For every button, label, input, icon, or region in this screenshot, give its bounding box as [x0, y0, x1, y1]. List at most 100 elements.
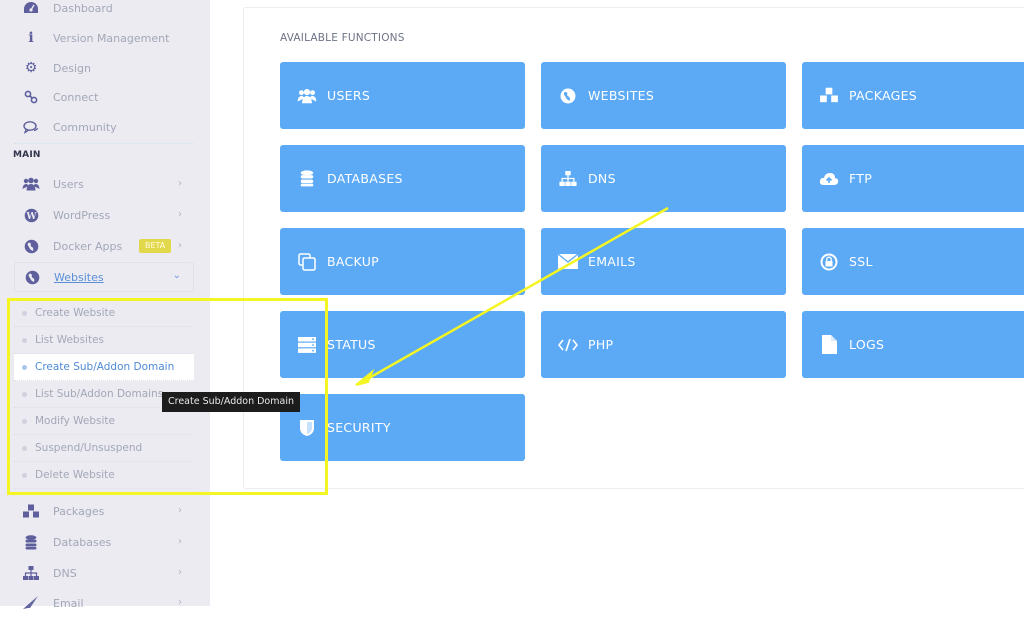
bullet-icon — [22, 445, 27, 451]
chevron-right-icon: › — [178, 240, 182, 251]
submenu-item-label: List Websites — [35, 334, 105, 346]
sidebar: Dashboard i Version Management ⚙ Design … — [0, 0, 210, 610]
sidebar-item-docker-apps[interactable]: Docker Apps BETA › — [14, 232, 194, 260]
lock-icon — [819, 252, 839, 272]
sidebar-item-label: WordPress — [53, 208, 111, 222]
chevron-right-icon: › — [178, 178, 182, 189]
function-ftp-button[interactable]: FTP — [802, 145, 1024, 212]
sidebar-item-users[interactable]: Users › — [14, 170, 194, 198]
function-label: DATABASES — [327, 171, 403, 186]
globe-icon — [558, 86, 578, 106]
database-icon — [297, 169, 317, 189]
paper-plane-icon — [21, 593, 41, 613]
bullet-icon — [22, 391, 27, 397]
sidebar-item-community[interactable]: Community — [14, 113, 194, 141]
sitemap-icon — [21, 563, 41, 583]
server-icon — [297, 335, 317, 355]
sidebar-item-label: Docker Apps — [53, 239, 123, 253]
function-label: USERS — [327, 88, 371, 103]
submenu-item-create-website[interactable]: Create Website — [14, 300, 194, 327]
sidebar-item-design[interactable]: ⚙ Design — [14, 54, 194, 82]
function-emails-button[interactable]: EMAILS — [541, 228, 786, 295]
sidebar-item-email[interactable]: Email › — [14, 589, 194, 617]
submenu-item-modify-website[interactable]: Modify Website — [14, 408, 194, 435]
function-websites-button[interactable]: WEBSITES — [541, 62, 786, 129]
chevron-right-icon: › — [178, 209, 182, 220]
function-packages-button[interactable]: PACKAGES — [802, 62, 1024, 129]
link-icon — [21, 87, 41, 107]
sidebar-item-label: DNS — [53, 566, 77, 580]
function-status-button[interactable]: STATUS — [280, 311, 525, 378]
section-title-main: MAIN — [13, 150, 41, 160]
beta-badge: BETA — [139, 239, 172, 253]
gear-icon: ⚙ — [24, 60, 38, 76]
bullet-icon — [22, 310, 27, 316]
wordpress-icon: W — [21, 205, 41, 225]
function-label: SECURITY — [327, 420, 391, 435]
cloud-upload-icon — [819, 169, 839, 189]
sidebar-item-connect[interactable]: Connect — [14, 83, 194, 111]
info-icon: i — [28, 30, 34, 46]
submenu-item-label: Create Website — [35, 307, 116, 319]
function-label: EMAILS — [588, 254, 636, 269]
dashboard-icon — [21, 0, 41, 18]
bullet-icon — [22, 418, 27, 424]
function-dns-button[interactable]: DNS — [541, 145, 786, 212]
submenu-item-create-sub-addon-domain[interactable]: Create Sub/Addon Domain — [14, 354, 194, 381]
function-label: DNS — [588, 171, 616, 186]
sidebar-item-websites[interactable]: Websites ⌄ — [14, 262, 194, 292]
submenu-item-suspend-unsuspend[interactable]: Suspend/Unsuspend — [14, 435, 194, 462]
function-label: FTP — [849, 171, 873, 186]
sidebar-item-label: Email — [53, 596, 84, 610]
function-label: BACKUP — [327, 254, 379, 269]
sidebar-item-label: Users — [53, 177, 84, 191]
users-icon — [21, 174, 41, 194]
sidebar-item-label: Community — [53, 120, 117, 134]
sidebar-item-wordpress[interactable]: W WordPress › — [14, 201, 194, 229]
comments-icon — [21, 117, 41, 137]
shield-icon — [297, 418, 317, 438]
sidebar-item-label: Dashboard — [53, 1, 113, 15]
sidebar-item-label: Design — [53, 61, 91, 75]
cubes-icon — [819, 86, 839, 106]
function-php-button[interactable]: PHP — [541, 311, 786, 378]
database-icon — [21, 532, 41, 552]
sidebar-item-dns[interactable]: DNS › — [14, 559, 194, 587]
chevron-right-icon: › — [178, 505, 182, 516]
chevron-right-icon: › — [178, 597, 182, 608]
copy-icon — [297, 252, 317, 272]
function-backup-button[interactable]: BACKUP — [280, 228, 525, 295]
sidebar-item-label: Connect — [53, 90, 99, 104]
submenu-item-delete-website[interactable]: Delete Website — [14, 462, 194, 489]
cubes-icon — [21, 501, 41, 521]
sidebar-item-databases[interactable]: Databases › — [14, 528, 194, 556]
submenu-item-label: List Sub/Addon Domains — [35, 388, 164, 400]
envelope-icon — [558, 252, 578, 272]
sidebar-item-packages[interactable]: Packages › — [14, 497, 194, 525]
submenu-item-label: Suspend/Unsuspend — [35, 442, 143, 454]
users-icon — [297, 86, 317, 106]
function-label: PACKAGES — [849, 88, 918, 103]
submenu-item-list-websites[interactable]: List Websites — [14, 327, 194, 354]
function-logs-button[interactable]: LOGS — [802, 311, 1024, 378]
chevron-down-icon: ⌄ — [172, 270, 181, 281]
tooltip: Create Sub/Addon Domain — [162, 392, 300, 412]
sidebar-item-label: Databases — [53, 535, 112, 549]
function-ssl-button[interactable]: SSL — [802, 228, 1024, 295]
submenu-item-label: Create Sub/Addon Domain — [35, 361, 175, 373]
function-label: WEBSITES — [588, 88, 655, 103]
function-users-button[interactable]: USERS — [280, 62, 525, 129]
sidebar-divider — [14, 143, 194, 144]
sidebar-item-version-management[interactable]: i Version Management — [14, 24, 194, 52]
file-icon — [819, 335, 839, 355]
sidebar-item-label: Packages — [53, 504, 105, 518]
sitemap-icon — [558, 169, 578, 189]
globe-icon — [22, 267, 42, 287]
chevron-right-icon: › — [178, 536, 182, 547]
submenu-item-label: Modify Website — [35, 415, 115, 427]
globe-icon — [21, 236, 41, 256]
function-label: LOGS — [849, 337, 885, 352]
function-security-button[interactable]: SECURITY — [280, 394, 525, 461]
function-databases-button[interactable]: DATABASES — [280, 145, 525, 212]
sidebar-item-dashboard[interactable]: Dashboard — [14, 0, 194, 22]
